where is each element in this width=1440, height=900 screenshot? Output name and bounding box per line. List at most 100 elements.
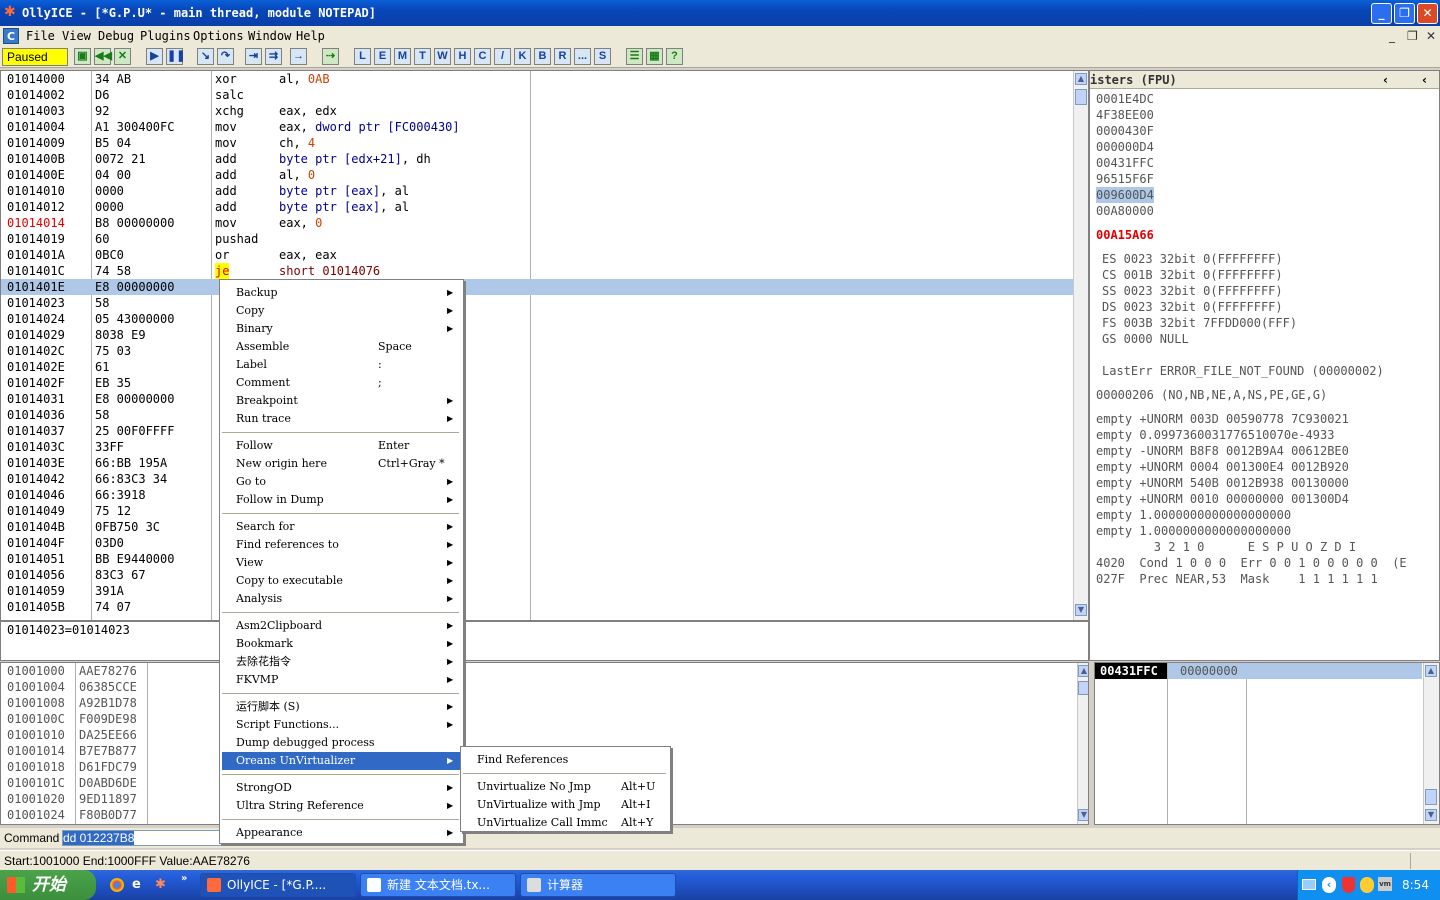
disasm-row[interactable]: 0101403658pop <box>1 407 1073 423</box>
disasm-row[interactable]: 01014031E8 00000000call <box>1 391 1073 407</box>
menu-item-[interactable]: 去除花指令 ▶ <box>222 653 461 671</box>
register-value[interactable]: 009600D4 <box>1096 187 1154 203</box>
window-button-5[interactable]: H <box>454 48 471 65</box>
disasm-row[interactable]: 0101404F03D0add <box>1 535 1073 551</box>
fpu-register[interactable]: empty 1.0000000000000000000 <box>1096 523 1291 539</box>
stack-scrollbar[interactable]: ▲ ▼ <box>1423 663 1439 824</box>
disasm-row[interactable]: 0101400E 04 00 add al, 0 <box>1 167 1073 183</box>
disasm-row[interactable]: 0101402C75 03jnz <box>1 343 1073 359</box>
disasm-row[interactable]: 01014059391Acmp <box>1 583 1073 599</box>
menu-item-assemble[interactable]: Assemble Space <box>222 338 461 356</box>
dump-row[interactable]: 01001000 AAE78276 <box>1 663 1073 679</box>
disasm-row[interactable]: 01014009 B5 04 mov ch, 4 <box>1 135 1073 151</box>
menu-item-bookmark[interactable]: Bookmark ▶ <box>222 635 461 653</box>
disasm-row[interactable]: 01014004 A1 300400FC mov eax, dword ptr [FC… <box>1 119 1073 135</box>
mdi-close-button[interactable]: ✕ <box>1426 28 1436 44</box>
shield-icon[interactable] <box>1342 877 1355 893</box>
disasm-row[interactable]: 0101404B0FB750 3Cmovzx <box>1 519 1073 535</box>
scroll-up-arrow[interactable]: ▲ <box>1078 665 1088 677</box>
disasm-row[interactable]: 0101401A 0BC0 or eax, eax <box>1 247 1073 263</box>
menu-view[interactable]: View <box>62 26 91 46</box>
disasm-row[interactable]: 0101403E66:BB 195Amov <box>1 455 1073 471</box>
segment-register[interactable]: CS 001B 32bit 0(FFFFFFFF) <box>1102 267 1283 283</box>
fpu-register[interactable]: empty +UNORM 540B 0012B938 00130000 <box>1096 475 1349 491</box>
window-button-6[interactable]: C <box>474 48 491 65</box>
register-value[interactable]: 96515F6F <box>1096 171 1154 187</box>
run-icon[interactable]: ▶ <box>146 48 163 65</box>
window-button-1[interactable]: E <box>374 48 391 65</box>
disasm-scrollbar[interactable]: ▲ ▼ <box>1073 71 1088 620</box>
window-button-7[interactable]: / <box>494 48 511 65</box>
fpu-register[interactable]: empty +UNORM 0004 001300E4 0012B920 <box>1096 459 1349 475</box>
trace-into-icon[interactable]: ⇥ <box>245 48 262 65</box>
stack-pane[interactable]: 00431FFC 00000000 ▲ ▼ <box>1094 662 1440 825</box>
menu-item-backup[interactable]: Backup ▶ <box>222 284 461 302</box>
segment-register[interactable]: FS 003B 32bit 7FFDD000(FFF) <box>1102 315 1297 331</box>
scroll-thumb[interactable] <box>1075 89 1087 105</box>
menu-item-unvirtualize-call-immc[interactable]: UnVirtualize Call Immc Alt+Y <box>463 814 668 832</box>
register-value[interactable]: 000000D4 <box>1096 139 1154 155</box>
disasm-row[interactable]: 0101404266:83C3 34add <box>1 471 1073 487</box>
disasm-row[interactable]: 0101400B 0072 21 add byte ptr [edx+21], dh <box>1 151 1073 167</box>
menu-item-script-functions[interactable]: Script Functions... ▶ <box>222 716 461 734</box>
menu-item-run-trace[interactable]: Run trace ▶ <box>222 410 461 428</box>
list-icon[interactable]: ☰ <box>626 48 643 65</box>
window-button-3[interactable]: T <box>414 48 431 65</box>
disasm-row[interactable]: 01014003 92 xchg eax, edx <box>1 103 1073 119</box>
fpu-register[interactable]: empty 1.0000000000000000000 <box>1096 507 1291 523</box>
fpu-register[interactable]: empty -UNORM B8F8 0012B9A4 00612BE0 <box>1096 443 1349 459</box>
menu-options[interactable]: Options <box>193 26 244 46</box>
segment-register[interactable]: GS 0000 NULL <box>1102 331 1189 347</box>
dump-row[interactable]: 0100100C F009DE98 <box>1 711 1073 727</box>
disassembly-pane[interactable]: 01014000 34 AB xor al, 0AB 01014002 D6 salc 010… <box>0 70 1089 621</box>
disasm-row[interactable]: 010140298038 E9cmp <box>1 327 1073 343</box>
window-button-0[interactable]: L <box>354 48 371 65</box>
disasm-row[interactable]: 01014014 B8 00000000 mov eax, 0 <box>1 215 1073 231</box>
menu-help[interactable]: Help <box>296 26 325 46</box>
vm-icon[interactable]: vm <box>1378 877 1392 891</box>
disasm-row[interactable]: 01014010 0000 add byte ptr [eax], al <box>1 183 1073 199</box>
fpu-register[interactable]: empty +UNORM 0010 00000000 001300D4 <box>1096 491 1349 507</box>
menu-plugins[interactable]: Plugins <box>140 26 191 46</box>
window-button-8[interactable]: K <box>514 48 531 65</box>
segment-register[interactable]: DS 0023 32bit 0(FFFFFFFF) <box>1102 299 1283 315</box>
close-debuggee-icon[interactable]: ✕ <box>114 48 131 65</box>
menu-item-comment[interactable]: Comment; <box>222 374 461 392</box>
menu-item-appearance[interactable]: Appearance ▶ <box>222 824 461 842</box>
disasm-row[interactable]: 0101403C33FFxor <box>1 439 1073 455</box>
registers-header[interactable]: isters (FPU) ‹ ‹ <box>1090 71 1439 89</box>
window-button-12[interactable]: S <box>594 48 611 65</box>
menu-item-strongod[interactable]: StrongOD ▶ <box>222 779 461 797</box>
disasm-row[interactable]: 0101404975 12jnz <box>1 503 1073 519</box>
scroll-down-arrow[interactable]: ▼ <box>1075 604 1087 616</box>
segment-register[interactable]: ES 0023 32bit 0(FFFFFFFF) <box>1102 251 1283 267</box>
disasm-row[interactable]: 01014000 34 AB xor al, 0AB <box>1 71 1073 87</box>
disasm-row[interactable]: 0101405B74 07je <box>1 599 1073 615</box>
menu-item-unvirtualize-with-jmp[interactable]: UnVirtualize with Jmp Alt+I <box>463 796 668 814</box>
fpu-register[interactable]: empty +UNORM 003D 00590778 7C930021 <box>1096 411 1349 427</box>
scroll-thumb[interactable] <box>1078 681 1088 695</box>
chevron-left-icon[interactable]: ‹ <box>1422 71 1427 89</box>
disasm-row[interactable]: 0101404666:3918cmp <box>1 487 1073 503</box>
menu-item-dump-debugged-process[interactable]: Dump debugged process <box>222 734 461 752</box>
scroll-up-arrow[interactable]: ▲ <box>1425 665 1437 677</box>
disasm-row[interactable]: 01014002 D6 salc <box>1 87 1073 103</box>
start-button[interactable]: 开始 <box>0 870 96 900</box>
go-to-icon[interactable]: ⇢ <box>322 48 339 65</box>
disasm-row[interactable]: 0101402FEB 35jmp <box>1 375 1073 391</box>
disasm-row[interactable]: 01014019 60 pushad <box>1 231 1073 247</box>
menu-item-analysis[interactable]: Analysis ▶ <box>222 590 461 608</box>
scroll-thumb[interactable] <box>1425 789 1437 805</box>
disasm-row[interactable]: 0101401C 74 58 je short 01014076 <box>1 263 1073 279</box>
disasm-row[interactable]: 01014051BB E9440000mov <box>1 551 1073 567</box>
keyboard-icon[interactable] <box>1302 879 1316 890</box>
menu-file[interactable]: File <box>26 26 55 46</box>
scroll-down-arrow[interactable]: ▼ <box>1078 809 1088 821</box>
menu-item-search-for[interactable]: Search for ▶ <box>222 518 461 536</box>
mdi-minimize-button[interactable]: _ <box>1389 28 1395 44</box>
chrome-icon[interactable] <box>110 878 124 892</box>
menu-item-s[interactable]: 运行脚本 (S) ▶ <box>222 698 461 716</box>
menu-window[interactable]: Window <box>248 26 291 46</box>
chevron-right-icon[interactable]: » <box>181 873 187 885</box>
taskbar-item-ollyice[interactable]: OllyICE - [*G.P.... <box>200 873 356 897</box>
